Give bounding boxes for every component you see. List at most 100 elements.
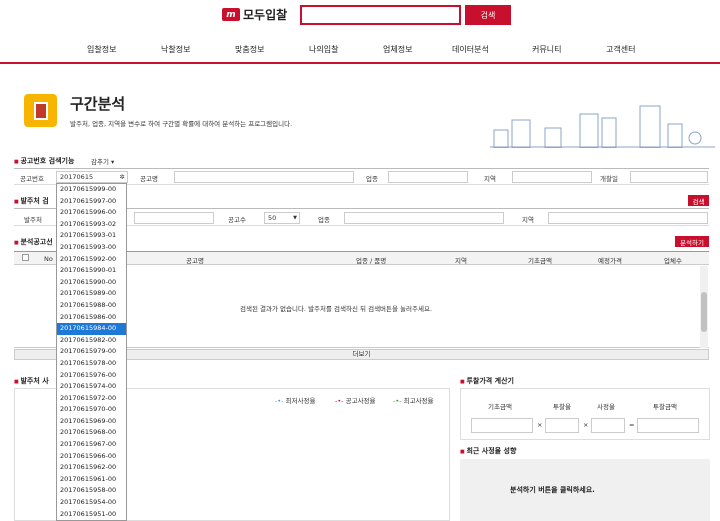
analyze-button[interactable]: 분석하기	[675, 236, 709, 247]
nav-item-customer-center[interactable]: 고객센터	[606, 44, 635, 55]
autocomplete-option[interactable]: 20170615996-00	[57, 207, 126, 219]
client-region-input[interactable]	[548, 212, 708, 224]
autocomplete-option[interactable]: 20170615968-00	[57, 427, 126, 439]
autocomplete-option[interactable]: 20170615988-00	[57, 300, 126, 312]
autocomplete-option[interactable]: 20170615979-00	[57, 346, 126, 358]
page-description: 발주처, 업종, 지역을 변수로 하여 구간별 확률에 대하여 분석하는 프로그…	[70, 120, 293, 128]
calculator-icon	[24, 94, 57, 127]
autocomplete-option[interactable]: 20170615984-00	[57, 323, 126, 335]
nav-item-my-bid[interactable]: 나의입찰	[309, 44, 338, 55]
autocomplete-option[interactable]: 20170615978-00	[57, 358, 126, 370]
autocomplete-option[interactable]: 20170615992-00	[57, 254, 126, 266]
autocomplete-option[interactable]: 20170615997-00	[57, 196, 126, 208]
open-date-input[interactable]	[630, 171, 708, 183]
nav-item-award-info[interactable]: 낙찰정보	[161, 44, 190, 55]
autocomplete-option[interactable]: 20170615966-00	[57, 451, 126, 463]
page-title: 구간분석	[70, 95, 126, 113]
calc-bid-rate-label: 투찰율	[553, 403, 571, 411]
autocomplete-option[interactable]: 20170615982-00	[57, 335, 126, 347]
site-search-input[interactable]	[300, 5, 461, 25]
autocomplete-option[interactable]: 20170615993-02	[57, 219, 126, 231]
nav-divider	[0, 62, 720, 64]
calc-bid-amount-output	[637, 418, 699, 433]
legend-notice-marker: -•-	[335, 397, 344, 405]
notice-name-label: 공고명	[140, 175, 158, 183]
autocomplete-option[interactable]: 20170615970-00	[57, 404, 126, 416]
legend-notice-label: 공고사정율	[345, 397, 376, 405]
section-client-search-title: 발주처 검	[14, 196, 48, 206]
notice-name-input[interactable]	[174, 171, 354, 183]
autocomplete-option[interactable]: 20170615974-00	[57, 381, 126, 393]
bid-calculator-panel: 기초금액 투찰율 사정율 투찰금액 × × =	[460, 388, 710, 440]
section-notice-search-title: 공고번호 검색기능	[14, 156, 74, 166]
site-logo[interactable]: m 모두입찰	[222, 6, 287, 23]
calc-adjust-rate-input[interactable]	[591, 418, 625, 433]
autocomplete-option[interactable]: 20170615958-00	[57, 485, 126, 497]
autocomplete-option[interactable]: 20170615993-01	[57, 230, 126, 242]
hide-toggle[interactable]: 감추기 ▾	[91, 156, 114, 166]
legend-min-marker: -•-	[275, 397, 284, 405]
select-all-checkbox[interactable]	[22, 254, 29, 261]
autocomplete-option[interactable]: 20170615989-00	[57, 288, 126, 300]
autocomplete-option[interactable]: 20170615967-00	[57, 439, 126, 451]
col-region: 지역	[455, 257, 467, 265]
calc-base-input[interactable]	[471, 418, 533, 433]
col-estimated-price: 예정가격	[598, 257, 622, 265]
empty-results-message: 검색된 결과가 없습니다. 발주처를 검색하신 뒤 검색버튼을 눌러주세요.	[240, 305, 433, 313]
nav-item-community[interactable]: 커뮤니티	[532, 44, 561, 55]
nav-item-data-analysis[interactable]: 데이터분석	[452, 44, 489, 55]
bid-calculator-title: 투찰가격 계산기	[460, 376, 514, 386]
section-client-rate-title: 발주처 사	[14, 376, 48, 386]
logo-text: 모두입찰	[243, 8, 288, 22]
autocomplete-option[interactable]: 20170615972-00	[57, 393, 126, 405]
legend-max-label: 최고사정율	[403, 397, 434, 405]
col-company-count: 업체수	[664, 257, 682, 265]
industry-input[interactable]	[388, 171, 468, 183]
col-base-amount: 기초금액	[528, 257, 552, 265]
autocomplete-option[interactable]: 20170615961-00	[57, 474, 126, 486]
legend-min-rate: -•- 최저사정율	[275, 395, 316, 405]
count-value: 50	[268, 214, 277, 222]
client-search-button[interactable]: 검색	[688, 195, 709, 206]
client-input[interactable]	[134, 212, 214, 224]
count-select[interactable]: 50 ▼	[264, 212, 300, 224]
calc-bid-rate-input[interactable]	[545, 418, 579, 433]
autocomplete-option[interactable]: 20170615962-00	[57, 462, 126, 474]
client-label: 발주처	[24, 216, 42, 224]
recent-trend-message: 분석하기 버튼을 클릭하세요.	[510, 486, 595, 494]
nav-item-company-info[interactable]: 업체정보	[383, 44, 412, 55]
autocomplete-option[interactable]: 20170615999-00	[57, 184, 126, 196]
section-notice-select-title: 분석공고선	[14, 237, 52, 247]
autocomplete-option[interactable]: 20170615990-01	[57, 265, 126, 277]
notice-no-input[interactable]: 20170615 ✲	[56, 171, 128, 183]
results-scrollbar[interactable]	[700, 266, 708, 348]
nav-item-custom-info[interactable]: 맞춤정보	[235, 44, 264, 55]
site-search-button[interactable]: 검색	[465, 5, 511, 25]
autocomplete-option[interactable]: 20170615990-00	[57, 277, 126, 289]
col-no: No	[44, 255, 53, 263]
open-date-label: 개찰일	[600, 175, 618, 183]
chevron-down-icon: ▼	[293, 215, 297, 221]
region-input[interactable]	[512, 171, 592, 183]
industry-label: 업종	[366, 175, 378, 183]
nav-item-bid-info[interactable]: 입찰정보	[87, 44, 116, 55]
calc-adjust-rate-label: 사정율	[597, 403, 615, 411]
legend-min-label: 최저사정율	[285, 397, 316, 405]
autocomplete-option[interactable]: 20170615986-00	[57, 312, 126, 324]
autocomplete-option[interactable]: 20170615976-00	[57, 370, 126, 382]
notice-no-value: 20170615	[60, 173, 94, 181]
autocomplete-option[interactable]: 20170615951-00	[57, 509, 126, 520]
autocomplete-option[interactable]: 20170615993-00	[57, 242, 126, 254]
multiply-icon: ×	[583, 421, 589, 429]
count-label: 공고수	[228, 216, 246, 224]
autocomplete-option[interactable]: 20170615954-00	[57, 497, 126, 509]
calc-bid-amount-label: 투찰금액	[653, 403, 677, 411]
notice-no-autocomplete-list[interactable]: 20170615999-00 20170615997-00 20170615996-…	[56, 183, 127, 521]
recent-trend-title: 최근 사정율 성향	[460, 446, 516, 456]
city-skyline-illustration	[490, 105, 715, 148]
autocomplete-option[interactable]: 20170615969-00	[57, 416, 126, 428]
col-industry: 업종 / 품명	[356, 257, 387, 265]
equals-icon: =	[629, 421, 635, 429]
results-scrollbar-thumb[interactable]	[701, 292, 707, 332]
client-industry-input[interactable]	[344, 212, 504, 224]
